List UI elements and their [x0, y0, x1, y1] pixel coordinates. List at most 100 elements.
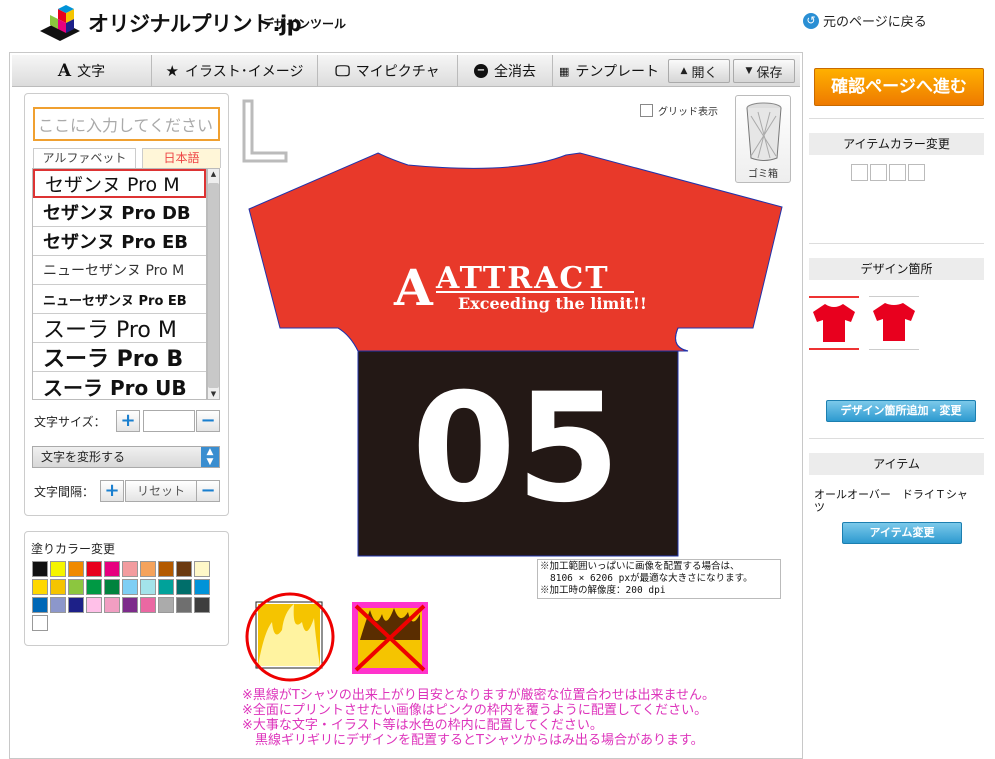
divider	[809, 243, 984, 244]
color-swatch[interactable]	[176, 597, 192, 613]
design-area-back[interactable]	[869, 296, 919, 350]
save-button[interactable]: ▼ 保存	[733, 59, 795, 83]
color-swatch[interactable]	[104, 597, 120, 613]
color-swatch[interactable]	[194, 579, 210, 595]
grid-toggle[interactable]: グリッド表示	[640, 103, 718, 118]
item-title: アイテム	[809, 453, 984, 475]
size-minus-button[interactable]: −	[196, 410, 220, 432]
color-swatch[interactable]	[68, 579, 84, 595]
font-item[interactable]: ニューセザンヌ Pro M	[33, 256, 206, 285]
color-swatch[interactable]	[122, 561, 138, 577]
note-line: ※黒線がTシャツの出来上がり目安となりますが厳密な位置合わせは出来ません。	[242, 688, 716, 703]
color-swatch[interactable]	[32, 615, 48, 631]
item-color-swatches	[851, 164, 925, 181]
color-panel-title: 塗りカラー変更	[31, 542, 116, 556]
color-swatch[interactable]	[86, 579, 102, 595]
font-item[interactable]: セザンヌ Pro EB	[33, 227, 206, 256]
font-item[interactable]: セザンヌ Pro M	[33, 169, 206, 198]
item-color-swatch[interactable]	[908, 164, 925, 181]
color-swatch[interactable]	[122, 579, 138, 595]
color-swatch[interactable]	[140, 561, 156, 577]
color-swatch[interactable]	[140, 579, 156, 595]
item-change-button[interactable]: アイテム変更	[842, 522, 962, 544]
font-item[interactable]: スーラ Pro B	[33, 343, 206, 372]
font-item[interactable]: セザンヌ Pro DB	[33, 198, 206, 227]
font-item[interactable]: ニューセザンヌ Pro EB	[33, 285, 206, 314]
design-number-text: 05	[412, 362, 621, 536]
size-plus-button[interactable]: +	[116, 410, 140, 432]
shirt-upper-panel	[248, 152, 783, 352]
note-line: ※全面にプリントさせたい画像はピンクの枠内を覆うように配置してください。	[242, 703, 708, 718]
spacing-reset-button[interactable]: リセット	[125, 480, 197, 502]
item-color-swatch[interactable]	[889, 164, 906, 181]
good-placement-example	[245, 592, 335, 682]
font-list: セザンヌ Pro M セザンヌ Pro DB セザンヌ Pro EB ニューセザ…	[32, 168, 207, 400]
open-button[interactable]: ▲ 開く	[668, 59, 730, 83]
font-item[interactable]: スーラ Pro M	[33, 314, 206, 343]
color-swatch[interactable]	[158, 597, 174, 613]
design-area-title: デザイン箇所	[809, 258, 984, 280]
front-tshirt-icon	[813, 304, 855, 342]
grid-label: グリッド表示	[658, 107, 718, 118]
item-color-swatch[interactable]	[870, 164, 887, 181]
size-input[interactable]	[143, 410, 195, 432]
scroll-down-icon[interactable]: ▼	[208, 390, 219, 398]
design-area-front[interactable]	[809, 296, 859, 350]
back-arrow-icon: ↺	[803, 12, 819, 29]
design-area-change-button[interactable]: デザイン箇所追加・変更	[826, 400, 976, 422]
design-underline	[436, 291, 634, 293]
clear-all-button[interactable]: − 全消去	[458, 55, 553, 87]
tab-mypicture[interactable]: 🖵 マイピクチャ	[318, 55, 458, 87]
confirm-button[interactable]: 確認ページへ進む	[814, 68, 984, 106]
color-swatch[interactable]	[50, 579, 66, 595]
color-swatch[interactable]	[104, 561, 120, 577]
item-name: オールオーバー ドライＴシャツ	[814, 488, 968, 514]
spacing-minus-button[interactable]: −	[196, 480, 220, 502]
scrollbar-thumb[interactable]	[208, 183, 219, 388]
spacing-plus-button[interactable]: +	[100, 480, 124, 502]
color-swatch[interactable]	[104, 579, 120, 595]
color-swatch[interactable]	[68, 597, 84, 613]
tab-template-label: テンプレート	[575, 64, 659, 80]
color-swatches	[32, 561, 222, 631]
letter-a-icon: A	[57, 61, 72, 81]
down-arrow-icon: ▼	[745, 66, 753, 76]
divider	[809, 118, 984, 119]
item-color-swatch[interactable]	[851, 164, 868, 181]
color-swatch[interactable]	[194, 561, 210, 577]
tab-template[interactable]: ▦ テンプレート	[553, 55, 665, 87]
color-swatch[interactable]	[50, 597, 66, 613]
text-input[interactable]: ここに入力してください	[33, 107, 220, 141]
color-swatch[interactable]	[140, 597, 156, 613]
tab-text[interactable]: A 文字	[12, 55, 152, 87]
toolbar: A 文字 ★ イラスト･イメージ 🖵 マイピクチャ − 全消去 ▦ テンプレート…	[12, 55, 800, 87]
color-swatch[interactable]	[86, 561, 102, 577]
color-swatch[interactable]	[158, 579, 174, 595]
back-link[interactable]: ↺ 元のページに戻る	[803, 11, 927, 30]
design-canvas[interactable]: A ATTRACT Exceeding the limit!! 05	[240, 95, 792, 590]
color-swatch[interactable]	[194, 597, 210, 613]
color-swatch[interactable]	[158, 561, 174, 577]
tab-japanese[interactable]: 日本語	[142, 148, 221, 168]
color-swatch[interactable]	[176, 579, 192, 595]
tab-alphabet[interactable]: アルファベット	[33, 148, 136, 168]
color-swatch[interactable]	[86, 597, 102, 613]
monitor-icon: 🖵	[335, 62, 350, 80]
grid-checkbox[interactable]	[640, 104, 653, 117]
color-swatch[interactable]	[32, 597, 48, 613]
save-label: 保存	[756, 65, 783, 81]
tab-illust[interactable]: ★ イラスト･イメージ	[152, 55, 318, 87]
color-swatch[interactable]	[176, 561, 192, 577]
color-swatch[interactable]	[32, 561, 48, 577]
transform-select[interactable]: 文字を変形する	[32, 446, 220, 468]
color-swatch[interactable]	[68, 561, 84, 577]
color-swatch[interactable]	[122, 597, 138, 613]
color-swatch[interactable]	[32, 579, 48, 595]
select-arrows-icon[interactable]: ▲ ▼	[201, 447, 219, 467]
color-swatch[interactable]	[50, 561, 66, 577]
scroll-up-icon[interactable]: ▲	[208, 170, 219, 178]
minus-circle-icon: −	[474, 64, 488, 78]
font-item[interactable]: スーラ Pro UB	[33, 372, 206, 400]
placement-notes: ※黒線がTシャツの出来上がり目安となりますが厳密な位置合わせは出来ません。 ※全…	[242, 688, 802, 748]
clear-all-label: 全消去	[494, 64, 536, 80]
